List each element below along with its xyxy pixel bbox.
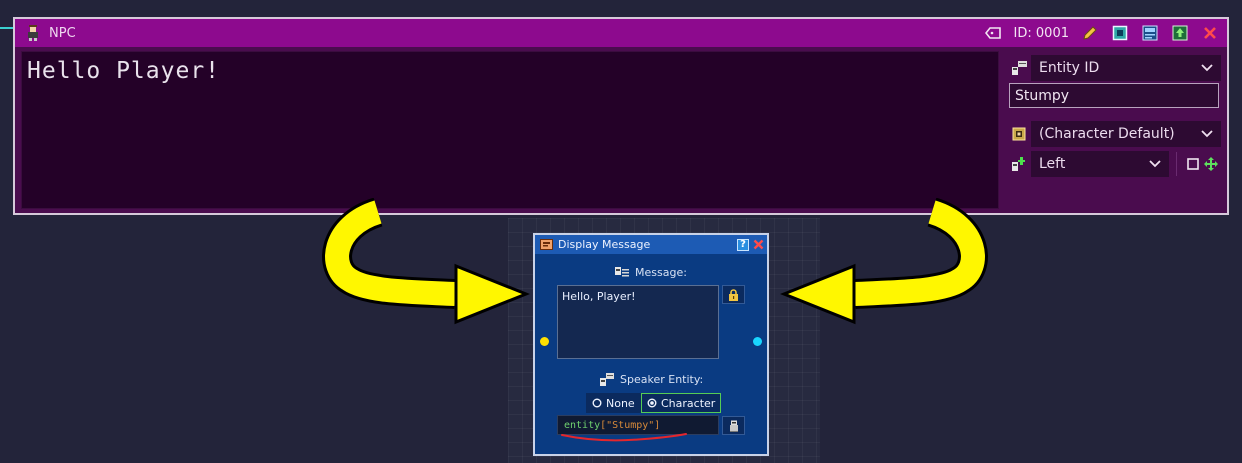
speaker-icon [1009, 61, 1029, 75]
radio-none-label: None [606, 396, 635, 410]
message-label: Message: [615, 266, 687, 279]
node-title: Display Message [558, 238, 651, 251]
tag-icon [984, 24, 1002, 42]
node-title-bar[interactable]: Display Message ? [535, 235, 767, 254]
entity-picker-button[interactable] [722, 416, 745, 435]
lock-icon [729, 288, 738, 301]
speaker-entity-input[interactable]: Stumpy [1009, 83, 1219, 108]
position-icon [1009, 157, 1029, 171]
display-message-node[interactable]: Display Message ? Message: Hello, Player… [533, 233, 769, 456]
radio-selected-icon [647, 398, 657, 408]
lock-button[interactable] [722, 285, 745, 304]
divider [1176, 152, 1177, 176]
image-icon[interactable] [1111, 24, 1129, 42]
speaker-mode-value: Entity ID [1039, 60, 1100, 76]
pencil-icon[interactable] [1081, 24, 1099, 42]
chevron-down-icon [1201, 130, 1213, 138]
portrait-dropdown[interactable]: (Character Default) [1031, 121, 1221, 147]
code-string: ["Stumpy"] [600, 419, 661, 431]
speaker-mode-dropdown[interactable]: Entity ID [1031, 55, 1221, 81]
chevron-down-icon [1149, 160, 1161, 168]
character-picker-icon [729, 420, 738, 432]
help-icon[interactable]: ? [737, 238, 749, 251]
speaker-none-radio[interactable]: None [586, 393, 641, 413]
radio-character-label: Character [661, 396, 716, 410]
npc-title-bar[interactable]: NPC ID: 0001 [15, 19, 1227, 47]
message-label-icon [615, 266, 629, 276]
checkbox-icon[interactable] [1187, 158, 1199, 170]
left-yellow-arrow [322, 198, 531, 325]
code-keyword: entity [564, 419, 601, 431]
npc-message-text-area[interactable]: Hello Player! [21, 51, 999, 209]
speaker-character-radio[interactable]: Character [641, 393, 722, 413]
message-node-icon [540, 238, 553, 251]
close-icon[interactable] [1201, 24, 1219, 42]
position-value: Left [1039, 156, 1066, 172]
message-input[interactable]: Hello, Player! [557, 285, 719, 359]
portrait-icon [1009, 127, 1029, 141]
npc-dialogue-window: NPC ID: 0001 Hello Player! Entity ID Stu… [13, 17, 1229, 215]
node-close-icon[interactable] [752, 239, 764, 251]
portrait-value: (Character Default) [1039, 126, 1175, 142]
chevron-down-icon [1201, 64, 1213, 72]
red-underline-annotation [561, 433, 687, 442]
position-dropdown[interactable]: Left [1031, 151, 1169, 177]
right-yellow-arrow [779, 198, 988, 325]
speaker-entity-label: Speaker Entity: [600, 373, 703, 386]
connection-wire [0, 27, 14, 29]
npc-character-icon [25, 25, 41, 41]
npc-window-title: NPC [49, 25, 76, 41]
radio-unselected-icon [592, 398, 602, 408]
speaker-label-icon [600, 373, 614, 386]
node-input-port[interactable] [540, 337, 549, 346]
export-icon[interactable] [1171, 24, 1189, 42]
move-icon[interactable] [1203, 156, 1219, 172]
speaker-label-text: Speaker Entity: [620, 373, 704, 386]
message-label-text: Message: [635, 266, 687, 279]
layout-icon[interactable] [1141, 24, 1159, 42]
npc-id-label: ID: 0001 [1013, 25, 1069, 41]
node-output-port[interactable] [753, 337, 762, 346]
